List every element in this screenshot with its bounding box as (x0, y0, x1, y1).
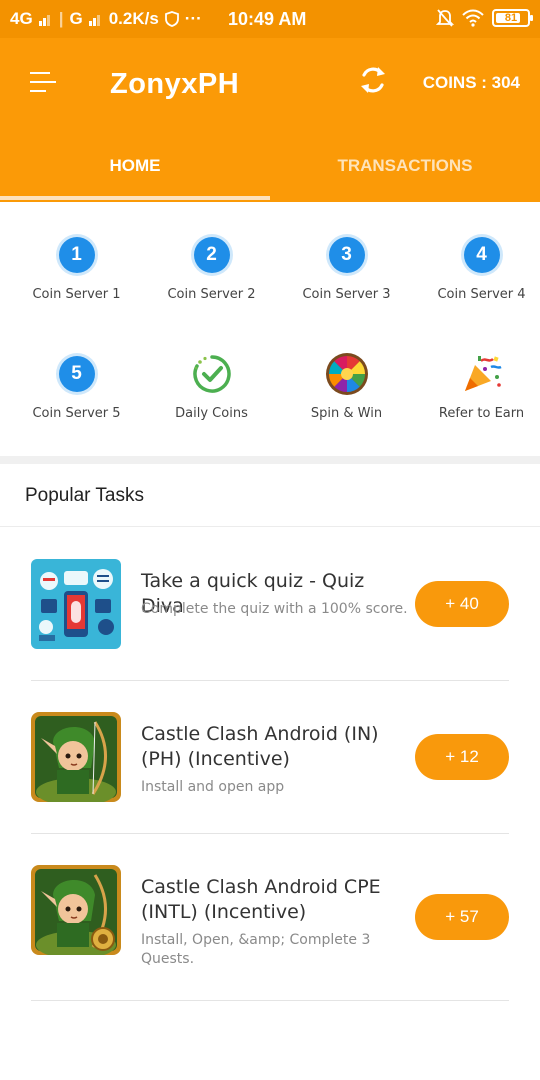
mute-bell-icon (436, 9, 454, 27)
wifi-icon (462, 9, 484, 27)
task-divider (31, 833, 509, 834)
grid-item-coin-server-5[interactable]: 5 Coin Server 5 (9, 356, 144, 421)
section-divider (0, 456, 540, 464)
battery-icon: 81 (492, 9, 533, 27)
network-type-1: 4G (10, 9, 33, 28)
section-divider-line (0, 526, 540, 527)
tab-transactions[interactable]: TRANSACTIONS (270, 156, 540, 176)
app-title: ZonyxPH (110, 68, 240, 100)
grid-item-label: Coin Server 5 (32, 406, 121, 421)
grid-item-daily-coins[interactable]: Daily Coins (144, 352, 279, 421)
hamburger-menu-icon[interactable] (30, 70, 58, 94)
network-speed: 0.2K/s (108, 9, 159, 28)
task-divider (31, 680, 509, 681)
server-badge-5: 5 (58, 356, 95, 392)
task-subtitle: Install, Open, &amp; Complete 3 Quests. (141, 932, 371, 967)
task-title: Castle Clash Android (IN) (PH) (Incentiv… (141, 723, 379, 770)
server-badge-3: 3 (328, 237, 365, 273)
vpn-shield-icon (164, 11, 179, 27)
task-divider (31, 1000, 509, 1001)
coins-balance: COINS : 304 (422, 73, 520, 92)
grid-item-label: Coin Server 1 (32, 287, 121, 302)
tab-home[interactable]: HOME (0, 156, 270, 176)
grid-item-coin-server-4[interactable]: 4 Coin Server 4 (414, 237, 540, 302)
grid-item-coin-server-3[interactable]: 3 Coin Server 3 (279, 237, 414, 302)
grid-item-spin-win[interactable]: Spin & Win (279, 352, 414, 421)
spin-wheel-icon (325, 352, 369, 396)
task-subtitle: Install and open app (141, 779, 285, 795)
grid-item-label: Refer to Earn (438, 406, 525, 421)
signal-icon-2 (88, 15, 100, 26)
more-dots: ··· (184, 9, 202, 28)
grid-item-coin-server-2[interactable]: 2 Coin Server 2 (144, 237, 279, 302)
signal-icon (38, 15, 50, 26)
quiz-app-icon (31, 559, 121, 649)
status-bar: 4G | G 0.2K/s ··· 10:49 AM 81 (0, 0, 540, 38)
grid-item-label: Coin Server 2 (167, 287, 256, 302)
party-popper-icon (460, 352, 504, 396)
grid-item-label: Spin & Win (310, 406, 383, 421)
castle-clash-game-icon (31, 712, 121, 802)
server-badge-1: 1 (58, 237, 95, 273)
task-item-quiz[interactable]: Take a quick quiz - Quiz Diva Complete t… (0, 559, 540, 681)
status-right: 81 (436, 8, 533, 28)
grid-item-label: Daily Coins (175, 406, 248, 421)
daily-check-icon (190, 352, 234, 396)
sync-icon[interactable] (356, 62, 390, 98)
reward-button[interactable]: + 57 (415, 894, 509, 940)
grid-item-label: Coin Server 4 (437, 287, 526, 302)
grid-item-refer-earn[interactable]: Refer to Earn (414, 352, 540, 421)
battery-level: 81 (504, 12, 518, 24)
section-title: Popular Tasks (25, 485, 144, 506)
server-badge-2: 2 (193, 237, 230, 273)
reward-button[interactable]: + 12 (415, 734, 509, 780)
task-item-castle-clash-intl[interactable]: Castle Clash Android CPE (INTL) (Incenti… (0, 865, 540, 1001)
grid-item-label: Coin Server 3 (302, 287, 391, 302)
app-bar: ZonyxPH COINS : 304 HOME TRANSACTIONS (0, 38, 540, 202)
status-left: 4G | G 0.2K/s ··· (10, 9, 202, 28)
task-title: Castle Clash Android CPE (INTL) (Incenti… (141, 876, 381, 923)
server-badge-4: 4 (463, 237, 500, 273)
tab-indicator (0, 196, 270, 200)
task-subtitle: Complete the quiz with a 100% score. (141, 601, 408, 617)
castle-clash-game-icon (31, 865, 121, 955)
network-type-2: G (69, 9, 83, 28)
task-item-castle-clash-ph[interactable]: Castle Clash Android (IN) (PH) (Incentiv… (0, 712, 540, 834)
status-time: 10:49 AM (228, 9, 307, 29)
reward-button[interactable]: + 40 (415, 581, 509, 627)
grid-item-coin-server-1[interactable]: 1 Coin Server 1 (9, 237, 144, 302)
